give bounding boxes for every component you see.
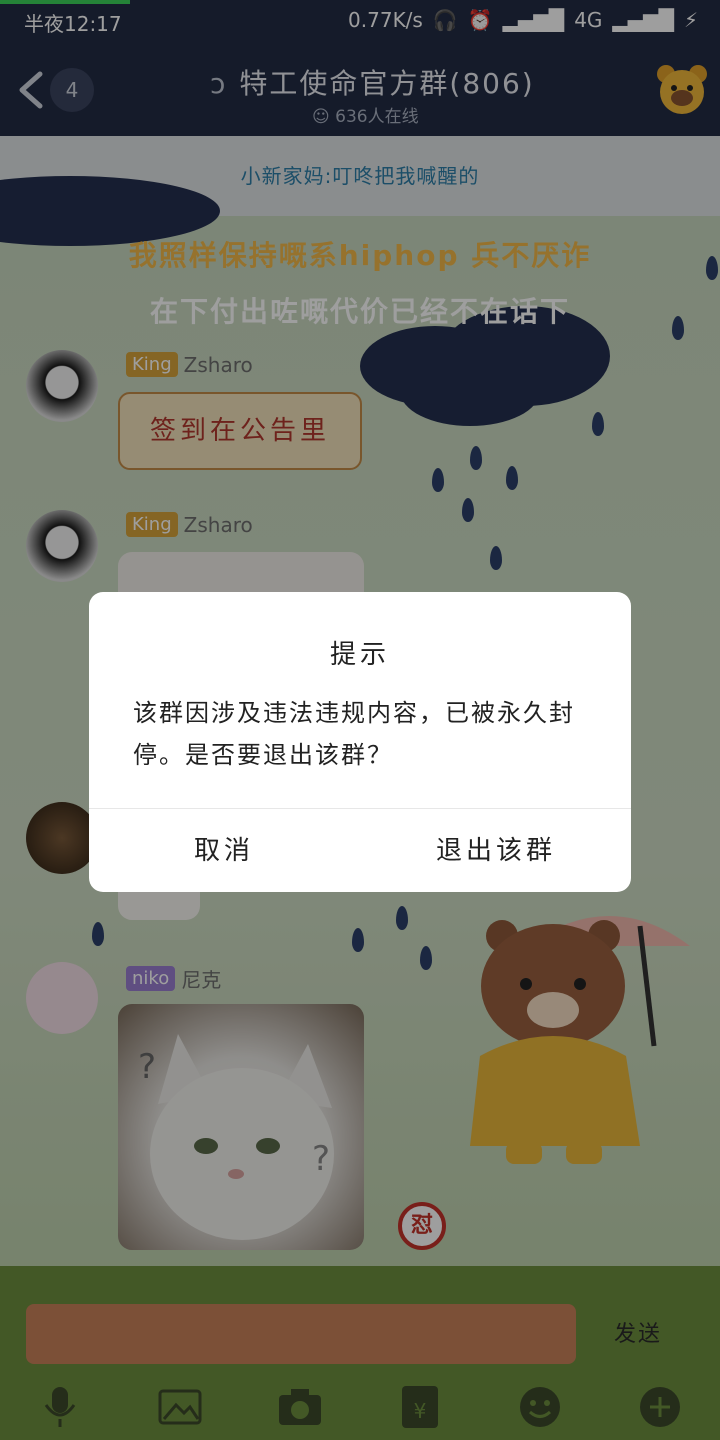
dialog-message: 该群因涉及违法违规内容，已被永久封停。是否要退出该群？ [133,699,575,769]
cancel-button[interactable]: 取消 [89,810,359,892]
chat-screen: 半夜12:17 0.77K/s 🎧 ⏰ ▂▄▆█ 4G ▂▄▆█ ⚡ 4 ↄ 特工… [0,0,720,1440]
exit-group-button[interactable]: 退出该群 [361,810,631,892]
dialog-title: 提示 [329,640,390,670]
alert-dialog: 提示 该群因涉及违法违规内容，已被永久封停。是否要退出该群？ 取消 退出该群 [89,592,631,892]
dialog-divider [89,808,631,809]
